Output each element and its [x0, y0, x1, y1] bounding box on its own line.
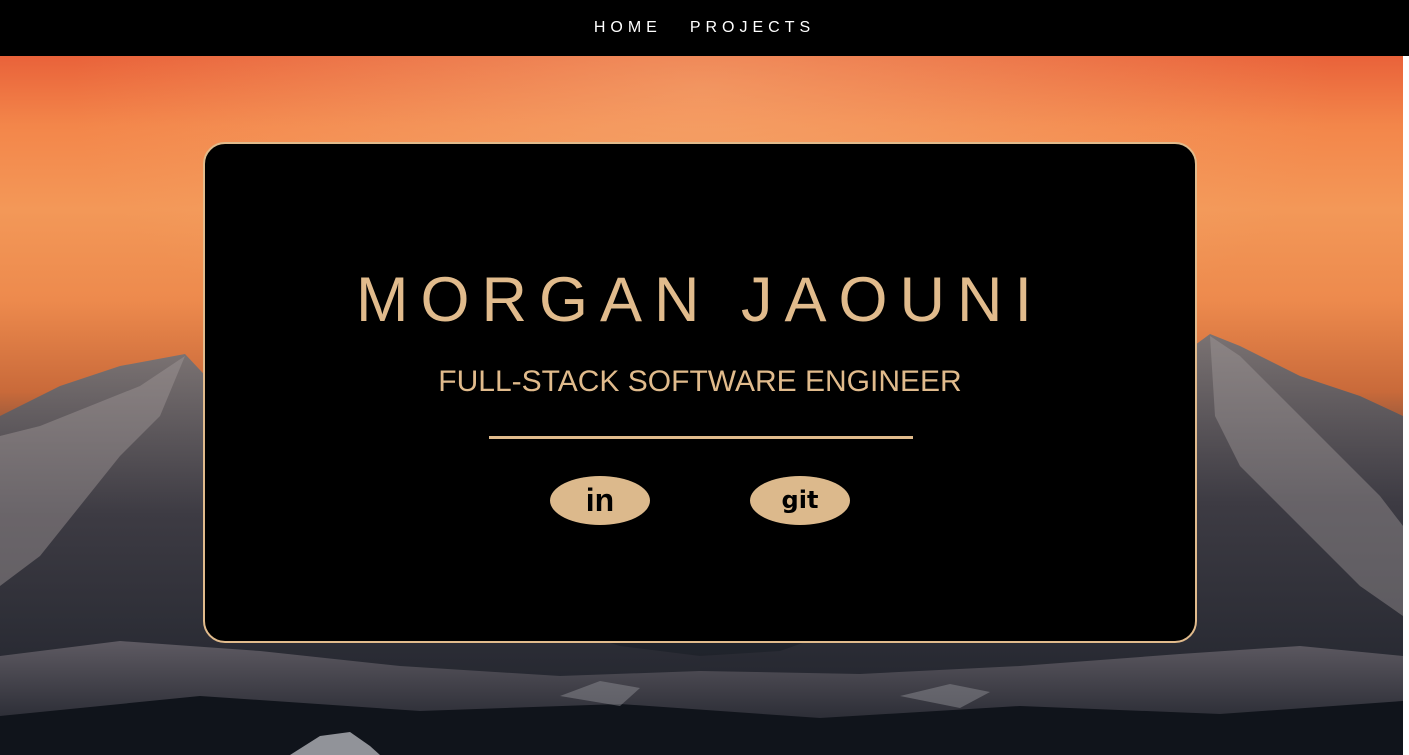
linkedin-button[interactable]: in [550, 476, 650, 525]
intro-card: MORGAN JAOUNI FULL-STACK SOFTWARE ENGINE… [203, 142, 1197, 643]
page-edge [1403, 56, 1409, 755]
git-button[interactable]: git [750, 476, 850, 525]
nav-projects-link[interactable]: PROJECTS [690, 19, 815, 37]
git-icon: git [781, 485, 819, 514]
linkedin-icon: in [585, 481, 615, 518]
name-heading: MORGAN JAOUNI [355, 265, 1045, 335]
job-title: FULL-STACK SOFTWARE ENGINEER [438, 365, 962, 398]
nav-home-link[interactable]: HOME [594, 19, 662, 37]
top-nav: HOME PROJECTS [0, 0, 1409, 56]
divider-line [489, 436, 913, 439]
